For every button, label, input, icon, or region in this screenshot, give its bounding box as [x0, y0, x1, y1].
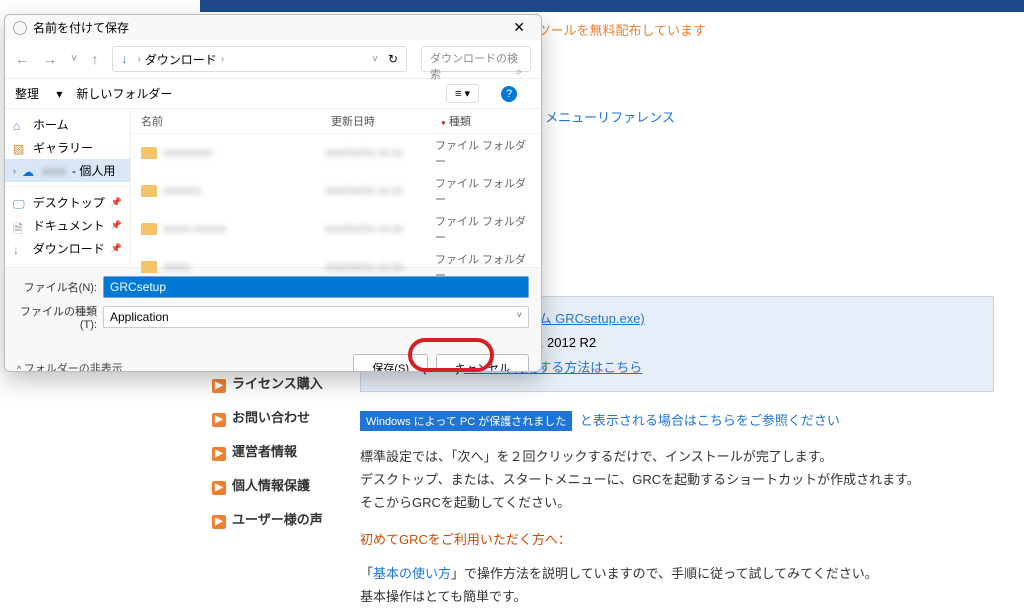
save-dialog: 名前を付けて保存 ✕ ← → ˅ ↑ ↓ › ダウンロード › ˅ ↻ ダウンロ…: [4, 14, 542, 372]
file-row[interactable]: xxxxxxxxxxxxx/xx/xx xx:xxファイル フォルダー: [131, 134, 541, 172]
notice-link[interactable]: EMツールを無料配布しています: [518, 23, 706, 38]
sidemenu-item[interactable]: ▶個人情報保護: [212, 468, 392, 502]
close-icon[interactable]: ✕: [505, 19, 533, 36]
app-icon: [13, 21, 27, 35]
filetype-select[interactable]: Application˅: [103, 306, 529, 328]
folder-icon: [141, 185, 157, 197]
chevron-down-icon: ˅: [517, 310, 522, 324]
refresh-icon[interactable]: ↻: [388, 52, 398, 66]
tree-documents[interactable]: 🗎ドキュメント📌: [5, 214, 130, 237]
orange-note: 初めてGRCをご利用いただく方へ：: [360, 529, 994, 548]
tree-downloads[interactable]: ↓ダウンロード📌: [5, 237, 130, 260]
addr-segment[interactable]: ダウンロード: [145, 51, 217, 68]
file-row[interactable]: xxxxxxxxx/xx/xx xx:xxファイル フォルダー: [131, 248, 541, 286]
col-name: 名前: [141, 113, 331, 129]
up-folder-icon[interactable]: ↑: [91, 51, 98, 67]
file-row[interactable]: xxxxxxxxxxx/xx/xx xx:xxファイル フォルダー: [131, 172, 541, 210]
newfolder-button[interactable]: 新しいフォルダー: [76, 85, 172, 102]
body-text: 標準設定では、「次へ」を２回クリックするだけで、インストールが完了します。 デス…: [360, 445, 994, 515]
tree-gallery[interactable]: ▧ギャラリー: [5, 136, 130, 159]
folder-tree: ⌂ホーム ▧ギャラリー ›☁xxxx - 個人用 🖵デスクトップ📌 🗎ドキュメン…: [5, 109, 131, 267]
col-type: ●種類: [441, 113, 531, 129]
forward-icon[interactable]: →: [43, 51, 57, 67]
folder-icon: [141, 147, 157, 159]
warn-line: Windows によって PC が保護されました と表示される場合はこちらをご参…: [360, 410, 994, 431]
search-icon: ⌕: [516, 66, 522, 79]
side-menu: ▶ライセンス購入 ▶お問い合わせ ▶運営者情報 ▶個人情報保護 ▶ユーザー様の声: [212, 366, 392, 536]
col-date: 更新日時: [331, 113, 441, 129]
wpf-link[interactable]: と表示される場合はこちらをご参照ください: [576, 413, 840, 428]
bc-link[interactable]: メニューリファレンス: [545, 110, 675, 125]
body-text: 「基本の使い方」で操作方法を説明していますので、手順に従って試してみてください。…: [360, 562, 994, 609]
sidemenu-item[interactable]: ▶運営者情報: [212, 434, 392, 468]
view-button[interactable]: ≡ ▾: [446, 84, 479, 103]
folder-icon: [141, 223, 157, 235]
filename-label: ファイル名(N):: [17, 279, 103, 295]
organize-menu[interactable]: 整理 ▾: [15, 85, 62, 102]
back-icon[interactable]: ←: [15, 51, 29, 67]
save-button[interactable]: 保存(S): [353, 354, 428, 372]
dialog-footer: フォルダーの非表示 保存(S) キャンセル: [5, 344, 541, 372]
search-input[interactable]: ダウンロードの検索 ⌕: [421, 46, 531, 72]
filetype-label: ファイルの種類(T):: [17, 303, 103, 331]
tree-onedrive[interactable]: ›☁xxxx - 個人用: [5, 159, 130, 182]
file-header[interactable]: 名前 更新日時 ●種類: [131, 109, 541, 134]
sidemenu-item[interactable]: ▶ユーザー様の声: [212, 502, 392, 536]
toolbar: 整理 ▾ 新しいフォルダー ≡ ▾ ?: [5, 79, 541, 109]
file-list: 名前 更新日時 ●種類 xxxxxxxxxxxxx/xx/xx xx:xxファイ…: [131, 109, 541, 267]
tree-desktop[interactable]: 🖵デスクトップ📌: [5, 191, 130, 214]
address-bar[interactable]: ↓ › ダウンロード › ˅ ↻: [112, 46, 407, 72]
hide-folders-toggle[interactable]: フォルダーの非表示: [17, 360, 123, 372]
help-icon[interactable]: ?: [501, 86, 517, 102]
nav-row: ← → ˅ ↑ ↓ › ダウンロード › ˅ ↻ ダウンロードの検索 ⌕: [5, 40, 541, 79]
basic-link[interactable]: 基本の使い方: [373, 566, 451, 581]
cancel-button[interactable]: キャンセル: [436, 354, 529, 372]
tree-home[interactable]: ⌂ホーム: [5, 113, 130, 136]
sidemenu-item[interactable]: ▶お問い合わせ: [212, 400, 392, 434]
up-icon[interactable]: ˅: [71, 53, 77, 65]
dialog-title: 名前を付けて保存: [33, 19, 129, 36]
download-arrow-icon: ↓: [121, 52, 127, 66]
addr-dropdown-icon[interactable]: ˅: [372, 54, 378, 65]
folder-icon: [141, 261, 157, 273]
file-row[interactable]: xxxxx xxxxxxxxxx/xx/xx xx:xxファイル フォルダー: [131, 210, 541, 248]
header-bar: [200, 0, 1024, 12]
dialog-titlebar: 名前を付けて保存 ✕: [5, 15, 541, 40]
